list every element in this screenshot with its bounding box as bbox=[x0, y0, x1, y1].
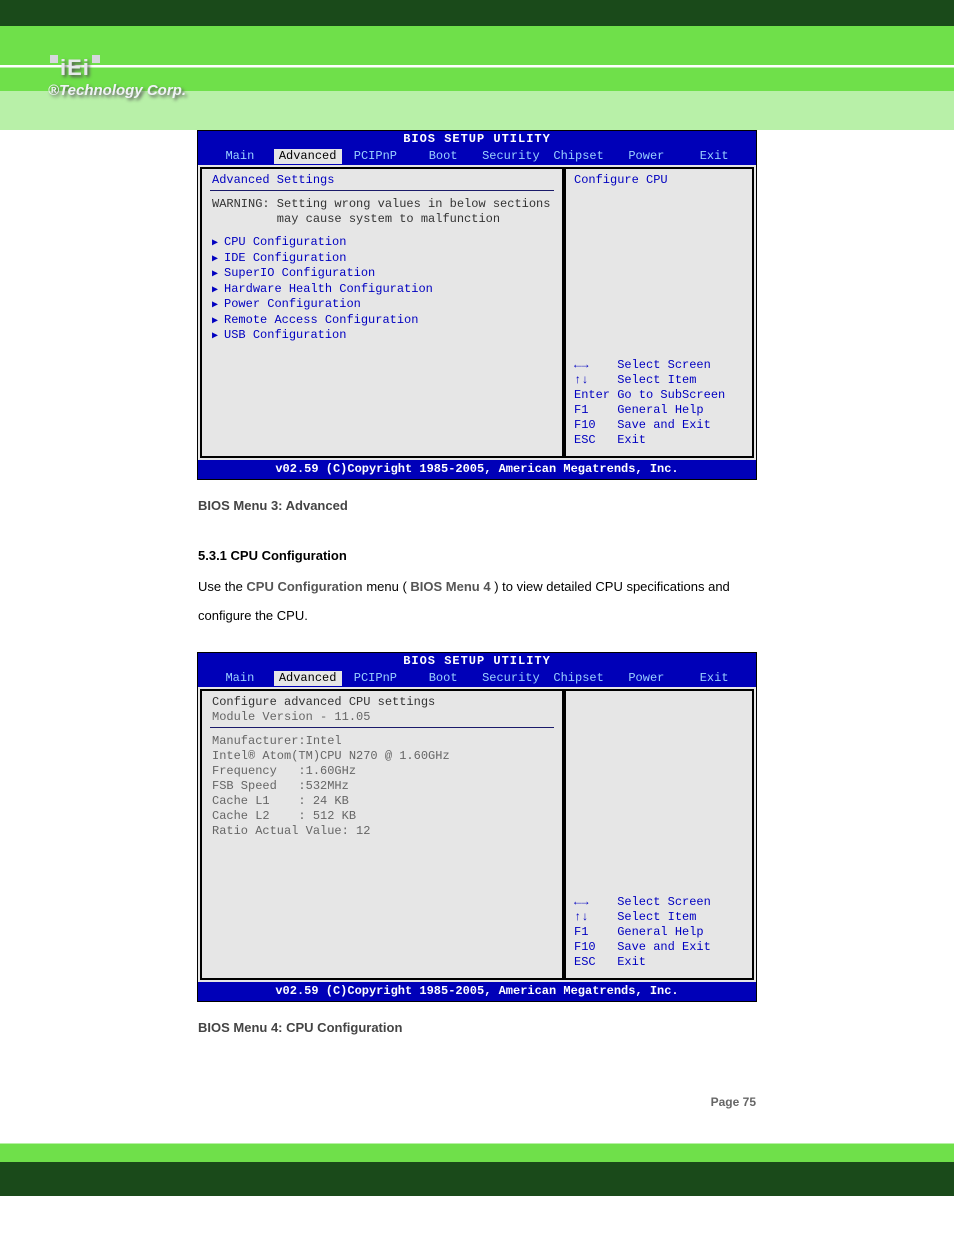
menu-chipset[interactable]: Chipset bbox=[545, 671, 613, 686]
menu-security[interactable]: Security bbox=[477, 671, 545, 686]
cache-l1: Cache L1 : 24 KB bbox=[212, 794, 552, 809]
item-hw-health-config[interactable]: Hardware Health Configuration bbox=[212, 282, 552, 298]
panel-heading: Configure advanced CPU settings bbox=[212, 695, 552, 710]
bios-right-panel: Configure CPU ←→ Select Screen ↑↓ Select… bbox=[564, 167, 754, 458]
cpu-model: Intel® Atom(TM)CPU N270 @ 1.60GHz bbox=[212, 749, 552, 764]
context-help: Configure CPU bbox=[574, 173, 744, 188]
menu-boot[interactable]: Boot bbox=[409, 671, 477, 686]
page-number: Page 75 bbox=[198, 1095, 756, 1109]
menu-boot[interactable]: Boot bbox=[409, 149, 477, 164]
logo-tagline: ®Technology Corp. bbox=[48, 82, 186, 99]
warning-line1: WARNING: Setting wrong values in below s… bbox=[212, 197, 552, 212]
cpu-fsb: FSB Speed :532MHz bbox=[212, 779, 552, 794]
brand-logo: iEi ®Technology Corp. bbox=[48, 55, 186, 99]
body-paragraph: Use the CPU Configuration menu ( BIOS Me… bbox=[198, 573, 756, 630]
cpu-manufacturer: Manufacturer:Intel bbox=[212, 734, 552, 749]
menu-power[interactable]: Power bbox=[613, 149, 681, 164]
menu-chipset[interactable]: Chipset bbox=[545, 149, 613, 164]
item-cpu-config[interactable]: CPU Configuration bbox=[212, 235, 552, 251]
bios-screenshot-cpu-config: BIOS SETUP UTILITY Main Advanced PCIPnP … bbox=[197, 652, 757, 1002]
panel-heading: Advanced Settings bbox=[212, 173, 552, 188]
bios-menubar: Main Advanced PCIPnP Boot Security Chips… bbox=[198, 148, 756, 165]
item-ide-config[interactable]: IDE Configuration bbox=[212, 251, 552, 267]
bios-title: BIOS SETUP UTILITY bbox=[198, 131, 756, 148]
bios-menubar: Main Advanced PCIPnP Boot Security Chips… bbox=[198, 670, 756, 687]
menu-main[interactable]: Main bbox=[206, 671, 274, 686]
bios-left-panel: Configure advanced CPU settings Module V… bbox=[200, 689, 564, 980]
bios-screenshot-advanced: BIOS SETUP UTILITY Main Advanced PCIPnP … bbox=[197, 130, 757, 480]
menu-pcipnp[interactable]: PCIPnP bbox=[342, 149, 410, 164]
bios-left-panel: Advanced Settings WARNING: Setting wrong… bbox=[200, 167, 564, 458]
item-power-config[interactable]: Power Configuration bbox=[212, 297, 552, 313]
cache-l2: Cache L2 : 512 KB bbox=[212, 809, 552, 824]
menu-main[interactable]: Main bbox=[206, 149, 274, 164]
page-header-graphic: iEi ®Technology Corp. bbox=[0, 0, 954, 130]
item-remote-access-config[interactable]: Remote Access Configuration bbox=[212, 313, 552, 329]
key-help: ←→ Select Screen ↑↓ Select Item Enter Go… bbox=[574, 358, 744, 448]
ratio-actual: Ratio Actual Value: 12 bbox=[212, 824, 552, 839]
menu-exit[interactable]: Exit bbox=[680, 671, 748, 686]
warning-line2: may cause system to malfunction bbox=[212, 212, 552, 227]
page-footer-graphic bbox=[0, 1121, 954, 1196]
bios-footer: v02.59 (C)Copyright 1985-2005, American … bbox=[198, 982, 756, 1001]
menu-advanced[interactable]: Advanced bbox=[274, 671, 342, 686]
item-usb-config[interactable]: USB Configuration bbox=[212, 328, 552, 344]
bios-footer: v02.59 (C)Copyright 1985-2005, American … bbox=[198, 460, 756, 479]
module-version: Module Version - 11.05 bbox=[212, 710, 552, 725]
menu-advanced[interactable]: Advanced bbox=[274, 149, 342, 164]
figure-caption-2: BIOS Menu 4: CPU Configuration bbox=[198, 1020, 756, 1035]
menu-pcipnp[interactable]: PCIPnP bbox=[342, 671, 410, 686]
item-superio-config[interactable]: SuperIO Configuration bbox=[212, 266, 552, 282]
cpu-frequency: Frequency :1.60GHz bbox=[212, 764, 552, 779]
menu-power[interactable]: Power bbox=[613, 671, 681, 686]
key-help: ←→ Select Screen ↑↓ Select Item F1 Gener… bbox=[574, 895, 744, 970]
menu-security[interactable]: Security bbox=[477, 149, 545, 164]
bios-right-panel: ←→ Select Screen ↑↓ Select Item F1 Gener… bbox=[564, 689, 754, 980]
menu-exit[interactable]: Exit bbox=[680, 149, 748, 164]
figure-caption-1: BIOS Menu 3: Advanced bbox=[198, 498, 756, 513]
logo-mark: iEi bbox=[48, 55, 186, 81]
bios-title: BIOS SETUP UTILITY bbox=[198, 653, 756, 670]
section-heading: 5.3.1 CPU Configuration bbox=[198, 548, 756, 563]
